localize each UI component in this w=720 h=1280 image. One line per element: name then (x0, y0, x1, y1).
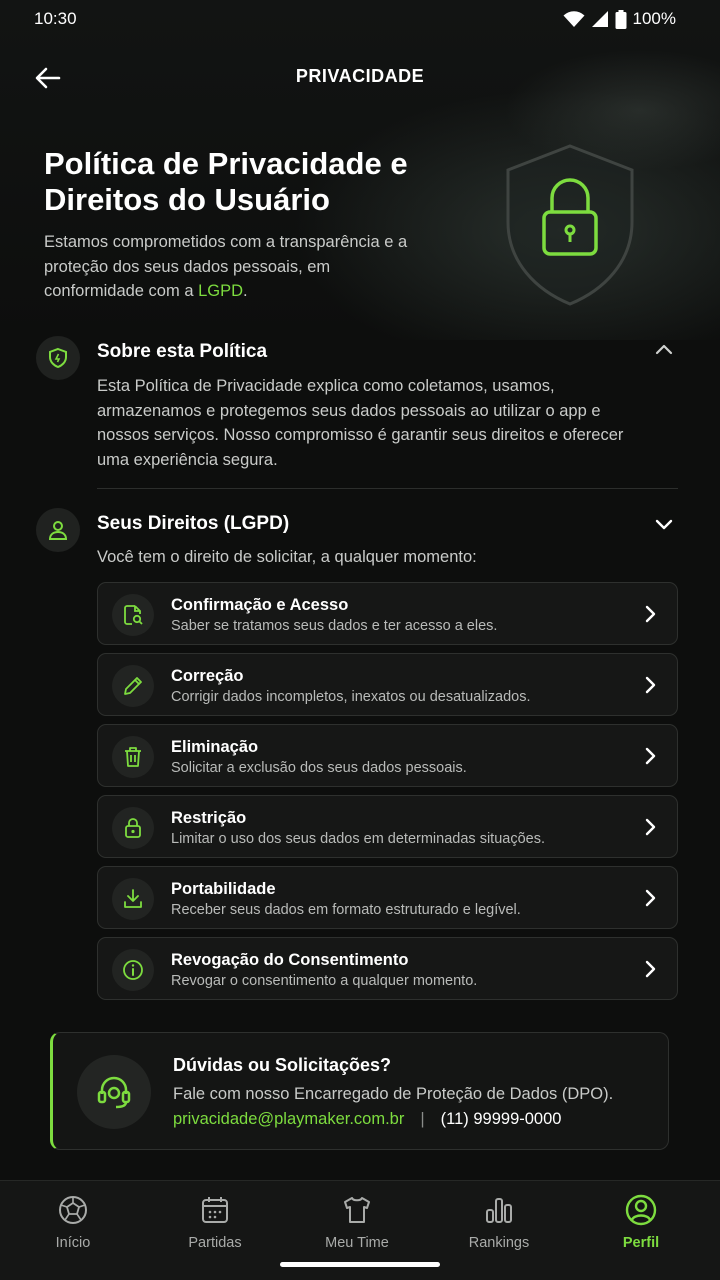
right-item-icon (112, 949, 154, 991)
lock-icon (125, 818, 141, 838)
nav-label: Partidas (188, 1235, 242, 1251)
profile-icon (624, 1193, 658, 1227)
wifi-icon (563, 11, 585, 27)
contact-phone[interactable]: (11) 99999-0000 (441, 1110, 562, 1129)
chevron-right-icon (645, 889, 656, 907)
contact-details: privacidade@playmaker.com.br | (11) 9999… (173, 1110, 561, 1129)
contact-icon (77, 1055, 151, 1129)
right-item-desc: Solicitar a exclusão dos seus dados pess… (171, 760, 467, 776)
shield-check-icon (49, 347, 67, 369)
right-item-title: Correção (171, 667, 244, 685)
nav-item-partidas[interactable]: Partidas (155, 1193, 275, 1251)
status-time: 10:30 (34, 9, 77, 28)
right-item-desc: Limitar o uso dos seus dados em determin… (171, 831, 545, 847)
right-item-desc: Receber seus dados em formato estruturad… (171, 902, 521, 918)
bar-chart-icon (482, 1193, 516, 1227)
right-item-restricao[interactable]: Restrição Limitar o uso dos seus dados e… (97, 795, 678, 858)
info-icon (123, 960, 143, 980)
nav-label: Rankings (468, 1235, 530, 1251)
trash-icon (125, 747, 141, 767)
page-title: PRIVACIDADE (295, 66, 425, 86)
contact-separator: | (420, 1110, 425, 1128)
jersey-icon (340, 1193, 374, 1227)
chevron-down-icon[interactable] (652, 512, 676, 536)
status-icons: 100% (563, 9, 676, 29)
chevron-right-icon (645, 747, 656, 765)
contact-title: Dúvidas ou Solicitações? (173, 1055, 392, 1075)
right-item-desc: Saber se tratamos seus dados e ter acess… (171, 618, 498, 634)
chevron-right-icon (645, 605, 656, 623)
contact-card: Dúvidas ou Solicitações? Fale com nosso … (50, 1032, 669, 1150)
right-item-eliminacao[interactable]: Eliminação Solicitar a exclusão dos seus… (97, 724, 678, 787)
lgpd-highlight: LGPD (198, 282, 244, 300)
right-item-title: Eliminação (171, 738, 259, 756)
status-bar: 10:30 100% (0, 0, 720, 40)
battery-percent: 100% (632, 9, 676, 28)
nav-label: Meu Time (325, 1235, 389, 1251)
right-item-title: Portabilidade (171, 880, 276, 898)
right-item-icon (112, 665, 154, 707)
rights-section-title[interactable]: Seus Direitos (LGPD) (97, 513, 289, 535)
right-item-icon (112, 807, 154, 849)
nav-item-meu-time[interactable]: Meu Time (297, 1193, 417, 1251)
nav-item-perfil[interactable]: Perfil (581, 1193, 701, 1251)
right-item-revogacao[interactable]: Revogação do Consentimento Revogar o con… (97, 937, 678, 1000)
user-icon (48, 521, 68, 540)
rights-intro: Você tem o direito de solicitar, a qualq… (97, 548, 477, 566)
nav-label: Perfil (622, 1235, 660, 1251)
nav-label: Início (55, 1235, 91, 1251)
right-item-portabilidade[interactable]: Portabilidade Receber seus dados em form… (97, 866, 678, 929)
hero-title: Política de Privacidade e Direitos do Us… (44, 146, 408, 217)
about-section-title[interactable]: Sobre esta Política (97, 341, 267, 363)
chevron-right-icon (645, 960, 656, 978)
document-search-icon (124, 605, 143, 625)
top-app-bar: PRIVACIDADE (0, 48, 720, 104)
signal-icon (591, 11, 608, 27)
chevron-up-icon[interactable] (652, 338, 676, 362)
right-item-icon (112, 736, 154, 778)
download-icon (124, 889, 142, 908)
hero-subtitle-end: . (243, 282, 248, 300)
right-item-desc: Revogar o consentimento a qualquer momen… (171, 973, 478, 989)
right-item-title: Restrição (171, 809, 247, 827)
soccer-ball-icon (56, 1193, 90, 1227)
section-divider (97, 488, 678, 489)
right-item-icon (112, 594, 154, 636)
home-indicator[interactable] (280, 1262, 440, 1267)
rights-list: Confirmação e Acesso Saber se tratamos s… (97, 582, 678, 1008)
calendar-icon (198, 1193, 232, 1227)
right-item-icon (112, 878, 154, 920)
battery-icon (615, 9, 627, 29)
chevron-right-icon (645, 676, 656, 694)
rights-section-icon (36, 508, 80, 552)
nav-item-rankings[interactable]: Rankings (439, 1193, 559, 1251)
right-item-desc: Corrigir dados incompletos, inexatos ou … (171, 689, 531, 705)
right-item-title: Confirmação e Acesso (171, 596, 349, 614)
nav-item-inicio[interactable]: Início (13, 1193, 133, 1251)
right-item-correcao[interactable]: Correção Corrigir dados incompletos, ine… (97, 653, 678, 716)
chevron-right-icon (645, 818, 656, 836)
hero-subtitle: Estamos comprometidos com a transparênci… (44, 230, 424, 304)
right-item-title: Revogação do Consentimento (171, 951, 409, 969)
headset-icon (97, 1076, 131, 1109)
pencil-icon (124, 677, 142, 695)
shield-lock-icon (506, 144, 634, 306)
about-section-icon (36, 336, 80, 380)
right-item-confirmacao-acesso[interactable]: Confirmação e Acesso Saber se tratamos s… (97, 582, 678, 645)
contact-email-link[interactable]: privacidade@playmaker.com.br (173, 1110, 404, 1129)
about-text: Esta Política de Privacidade explica com… (97, 377, 624, 469)
contact-subtitle: Fale com nosso Encarregado de Proteção d… (173, 1085, 614, 1103)
